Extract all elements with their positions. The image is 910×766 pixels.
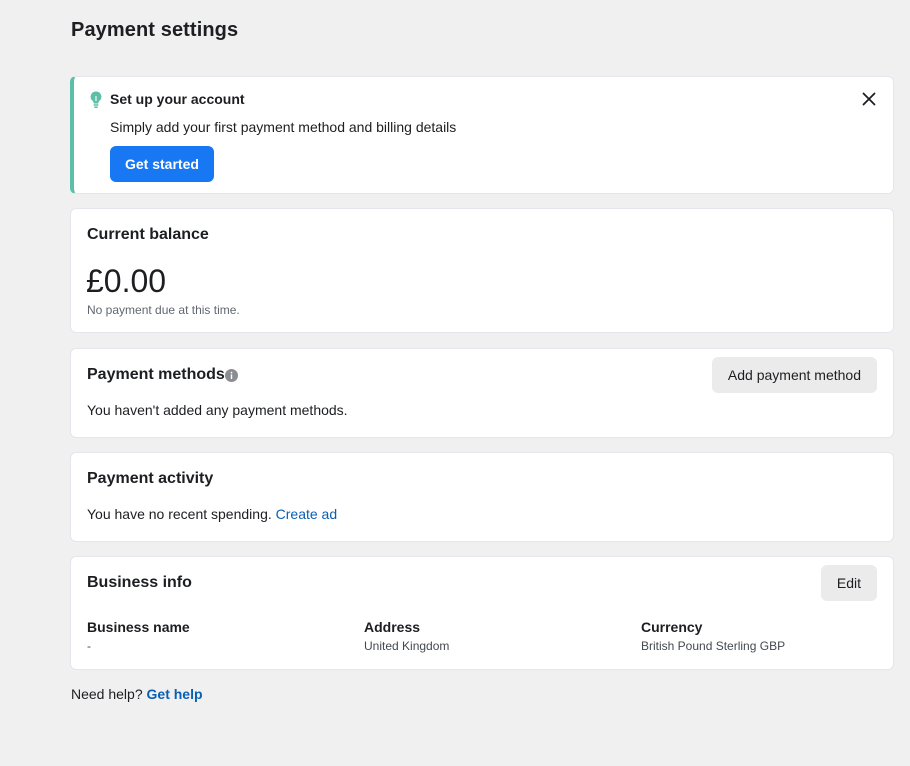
page-title: Payment settings bbox=[71, 19, 239, 41]
payment-methods-empty-text: You haven't added any payment methods. bbox=[87, 402, 348, 418]
payment-methods-card: Payment methods Add payment method You h… bbox=[70, 348, 894, 438]
currency-value: British Pound Sterling GBP bbox=[641, 639, 786, 653]
balance-amount: £0.00 bbox=[86, 263, 167, 299]
business-name-value: - bbox=[87, 639, 91, 653]
get-help-link[interactable]: Get help bbox=[147, 686, 203, 702]
business-name-label: Business name bbox=[87, 619, 190, 635]
info-icon[interactable] bbox=[225, 369, 238, 382]
current-balance-card: Current balance £0.00 No payment due at … bbox=[70, 208, 894, 333]
get-started-button[interactable]: Get started bbox=[110, 146, 214, 182]
address-label: Address bbox=[364, 619, 421, 635]
close-icon[interactable] bbox=[859, 89, 879, 109]
setup-account-card: Set up your account Simply add your firs… bbox=[70, 76, 894, 194]
no-spending-text: You have no recent spending. bbox=[87, 506, 272, 522]
payment-activity-card: Payment activity You have no recent spen… bbox=[70, 452, 894, 542]
setup-description: Simply add your first payment method and… bbox=[110, 119, 457, 135]
payment-activity-title: Payment activity bbox=[87, 470, 214, 487]
payment-methods-title: Payment methods bbox=[87, 366, 225, 383]
balance-note: No payment due at this time. bbox=[87, 303, 240, 317]
business-info-card: Business info Edit Business name - Addre… bbox=[70, 556, 894, 670]
lightbulb-icon bbox=[90, 91, 102, 108]
help-line: Need help? Get help bbox=[71, 686, 203, 702]
business-info-title: Business info bbox=[87, 574, 192, 591]
setup-title: Set up your account bbox=[110, 91, 245, 107]
add-payment-method-button[interactable]: Add payment method bbox=[711, 357, 877, 393]
need-help-text: Need help? bbox=[71, 686, 143, 702]
currency-label: Currency bbox=[641, 619, 703, 635]
create-ad-link[interactable]: Create ad bbox=[276, 506, 337, 522]
edit-business-info-button[interactable]: Edit bbox=[820, 565, 877, 601]
current-balance-title: Current balance bbox=[87, 226, 209, 243]
address-value: United Kingdom bbox=[364, 639, 450, 653]
payment-activity-text: You have no recent spending. Create ad bbox=[87, 506, 337, 522]
